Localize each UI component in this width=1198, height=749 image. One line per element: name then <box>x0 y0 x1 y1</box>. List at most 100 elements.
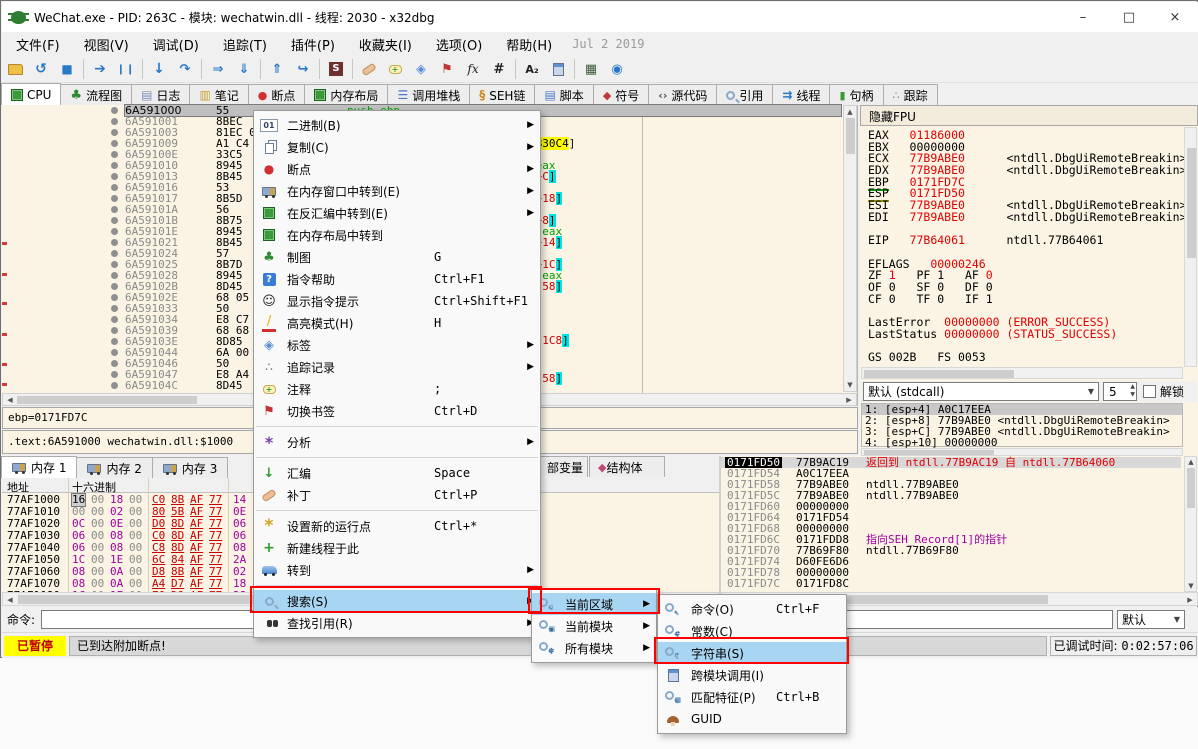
menu-item-制图[interactable]: ♣制图G <box>254 246 540 268</box>
breakpoint-dot[interactable] <box>111 349 118 356</box>
breakpoint-dot[interactable] <box>111 360 118 367</box>
menu-item-新建线程于此[interactable]: +新建线程于此 <box>254 537 540 559</box>
stack-row[interactable]: 0171FD6000000000 <box>721 501 1181 512</box>
tab-内存布局[interactable]: 内存布局 <box>304 84 388 105</box>
tab-内存 3[interactable]: 内存 3 <box>152 457 228 478</box>
breakpoint-dot[interactable] <box>111 239 118 246</box>
toolbar-button-run[interactable]: ➔ <box>87 57 113 81</box>
argument-count-stepper[interactable]: 5 ▲▼ <box>1103 382 1137 401</box>
toolbar-button-source-badge[interactable]: S <box>323 57 349 81</box>
breakpoint-dot[interactable] <box>111 371 118 378</box>
menu-item-设置新的运行点[interactable]: *设置新的运行点Ctrl+* <box>254 515 540 537</box>
register-line[interactable]: EDI 77B9ABE0 <ntdll.DbgUiRemoteBreakin> <box>868 212 1186 224</box>
call-arguments-list[interactable]: 1: [esp+4] A0C17EEA2: [esp+8] 77B9ABE0 <… <box>861 403 1183 447</box>
stack-vertical-scrollbar[interactable]: ▲ ▼ <box>1184 456 1197 592</box>
tab-locals[interactable]: 部变量 <box>538 456 588 477</box>
toolbar-button-bookmarks[interactable]: ⚑ <box>434 57 460 81</box>
unlock-checkbox[interactable]: 解锁 <box>1143 383 1184 400</box>
toolbar-button-patch[interactable] <box>356 57 382 81</box>
breakpoint-dot[interactable] <box>111 195 118 202</box>
menu-item-注释[interactable]: +注释; <box>254 378 540 400</box>
tab-内存 1[interactable]: 内存 1 <box>1 456 77 478</box>
menu-item-转到[interactable]: 转到▶ <box>254 559 540 581</box>
menu-item-标签[interactable]: ◈标签▶ <box>254 334 540 356</box>
menu-item-追踪记录[interactable]: ∴追踪记录▶ <box>254 356 540 378</box>
registers-horizontal-scrollbar[interactable] <box>861 367 1183 379</box>
menu-item-在内存窗口中转到(E)[interactable]: 在内存窗口中转到(E)▶ <box>254 180 540 202</box>
breakpoint-dot[interactable] <box>111 184 118 191</box>
menu-item-二进制(B)[interactable]: 01二进制(B)▶ <box>254 114 540 136</box>
toolbar-button-open-file[interactable] <box>2 57 28 81</box>
stack-pane[interactable]: ▲ ▼ 0171FD5077B9AC19返回到 ntdll.77B9AC19 自… <box>721 456 1198 592</box>
menu-item-当前模块[interactable]: ▣当前模块▶ <box>532 615 656 637</box>
tab-引用[interactable]: 引用 <box>716 84 773 105</box>
breakpoint-dot[interactable] <box>111 206 118 213</box>
breakpoint-dot[interactable] <box>111 107 118 114</box>
toolbar-button-comments[interactable]: + <box>382 57 408 81</box>
tab-流程图[interactable]: ♣流程图 <box>60 84 132 105</box>
menu-item-当前区域[interactable]: ▫当前区域▶ <box>532 593 656 615</box>
register-line[interactable]: CF 0 TF 0 IF 1 <box>868 294 1186 306</box>
menu-item-在反汇编中转到(E)[interactable]: 在反汇编中转到(E)▶ <box>254 202 540 224</box>
register-line[interactable]: LastStatus 00000000 (STATUS_SUCCESS) <box>868 329 1186 341</box>
breakpoint-dot[interactable] <box>111 228 118 235</box>
menu-item-常数(C)[interactable]: #常数(C) <box>658 620 846 642</box>
toolbar-button-step-over[interactable]: ↷ <box>172 57 198 81</box>
hide-fpu-button[interactable]: 隐藏FPU <box>860 105 1198 126</box>
breakpoint-dot[interactable] <box>111 305 118 312</box>
calling-convention-select[interactable]: 默认 (stdcall) ▼ <box>863 382 1099 401</box>
stack-row[interactable]: 0171FD74D60FE6D6 <box>721 556 1181 567</box>
toolbar-button-step-out[interactable]: ⇓ <box>231 57 257 81</box>
toolbar-button-step-into[interactable]: ↓ <box>146 57 172 81</box>
register-line[interactable]: GS 002B FS 0053 <box>868 352 1186 364</box>
breakpoint-dot[interactable] <box>111 316 118 323</box>
breakpoint-dot[interactable] <box>111 162 118 169</box>
menu-item-跨模块调用(I)[interactable]: 跨模块调用(I) <box>658 664 846 686</box>
menubar-item-6[interactable]: 收藏夹(I) <box>349 32 422 57</box>
toolbar-button-calculator[interactable] <box>545 57 571 81</box>
menu-item-搜索(S)[interactable]: 搜索(S)▶ <box>254 590 540 612</box>
registers-vertical-scrollbar[interactable] <box>1184 127 1197 367</box>
menubar-item-1[interactable]: 文件(F) <box>6 32 70 57</box>
tab-跟踪[interactable]: ∴跟踪 <box>883 84 938 105</box>
toolbar-button-function[interactable]: fx <box>460 57 486 81</box>
toolbar-button-execute-till-return[interactable]: ⇑ <box>264 57 290 81</box>
menu-item-命令(O)[interactable]: ›命令(O)Ctrl+F <box>658 598 846 620</box>
breakpoint-dot[interactable] <box>111 173 118 180</box>
tab-断点[interactable]: ●断点 <box>248 84 306 105</box>
menubar-item-7[interactable]: 选项(O) <box>426 32 492 57</box>
toolbar-button-hash[interactable]: # <box>486 57 512 81</box>
menu-item-高亮模式(H)[interactable]: /高亮模式(H)H <box>254 312 540 334</box>
close-button[interactable]: × <box>1152 2 1198 32</box>
breakpoint-dot[interactable] <box>111 272 118 279</box>
breakpoint-dot[interactable] <box>111 217 118 224</box>
toolbar-button-labels[interactable]: ◈ <box>408 57 434 81</box>
tab-调用堆栈[interactable]: ☰调用堆栈 <box>387 84 470 105</box>
menu-item-复制(C)[interactable]: 复制(C)▶ <box>254 136 540 158</box>
arguments-horizontal-scrollbar[interactable] <box>861 448 1183 456</box>
tab-线程[interactable]: ⇉线程 <box>772 84 830 105</box>
menubar-item-8[interactable]: 帮助(H) <box>496 32 562 57</box>
tab-CPU[interactable]: CPU <box>1 83 61 105</box>
stack-row[interactable]: 0171FD5077B9AC19返回到 ntdll.77B9AC19 自 ntd… <box>721 457 1181 468</box>
stack-row[interactable]: 0171FD7077B69F80ntdll.77B69F80 <box>721 545 1181 556</box>
menu-item-断点[interactable]: ●断点▶ <box>254 158 540 180</box>
menu-item-汇编[interactable]: ↓汇编Space <box>254 462 540 484</box>
tab-struct[interactable]: ◆ 结构体 <box>589 456 665 477</box>
menu-item-指令帮助[interactable]: ?指令帮助Ctrl+F1 <box>254 268 540 290</box>
breakpoint-dot[interactable] <box>111 338 118 345</box>
tab-脚本[interactable]: ▤脚本 <box>534 84 593 105</box>
toolbar-button-run-until-user[interactable]: ↪ <box>290 57 316 81</box>
toolbar-button-run-to-user[interactable]: ⇒ <box>205 57 231 81</box>
tab-日志[interactable]: ▤日志 <box>131 84 190 105</box>
tab-内存 2[interactable]: 内存 2 <box>76 457 152 478</box>
menu-item-匹配特征(P)[interactable]: ▦匹配特征(P)Ctrl+B <box>658 686 846 708</box>
menu-item-显示指令提示[interactable]: ☺显示指令提示Ctrl+Shift+F1 <box>254 290 540 312</box>
tab-句柄[interactable]: ▮句柄 <box>829 84 883 105</box>
menu-item-字符串(S)[interactable]: ”字符串(S) <box>658 642 846 664</box>
menubar-item-5[interactable]: 插件(P) <box>281 32 345 57</box>
stack-row[interactable]: 0171FD7C0171FD8C <box>721 578 1181 589</box>
breakpoint-dot[interactable] <box>111 382 118 389</box>
toolbar-button-table[interactable]: ▦ <box>578 57 604 81</box>
breakpoint-dot[interactable] <box>111 283 118 290</box>
